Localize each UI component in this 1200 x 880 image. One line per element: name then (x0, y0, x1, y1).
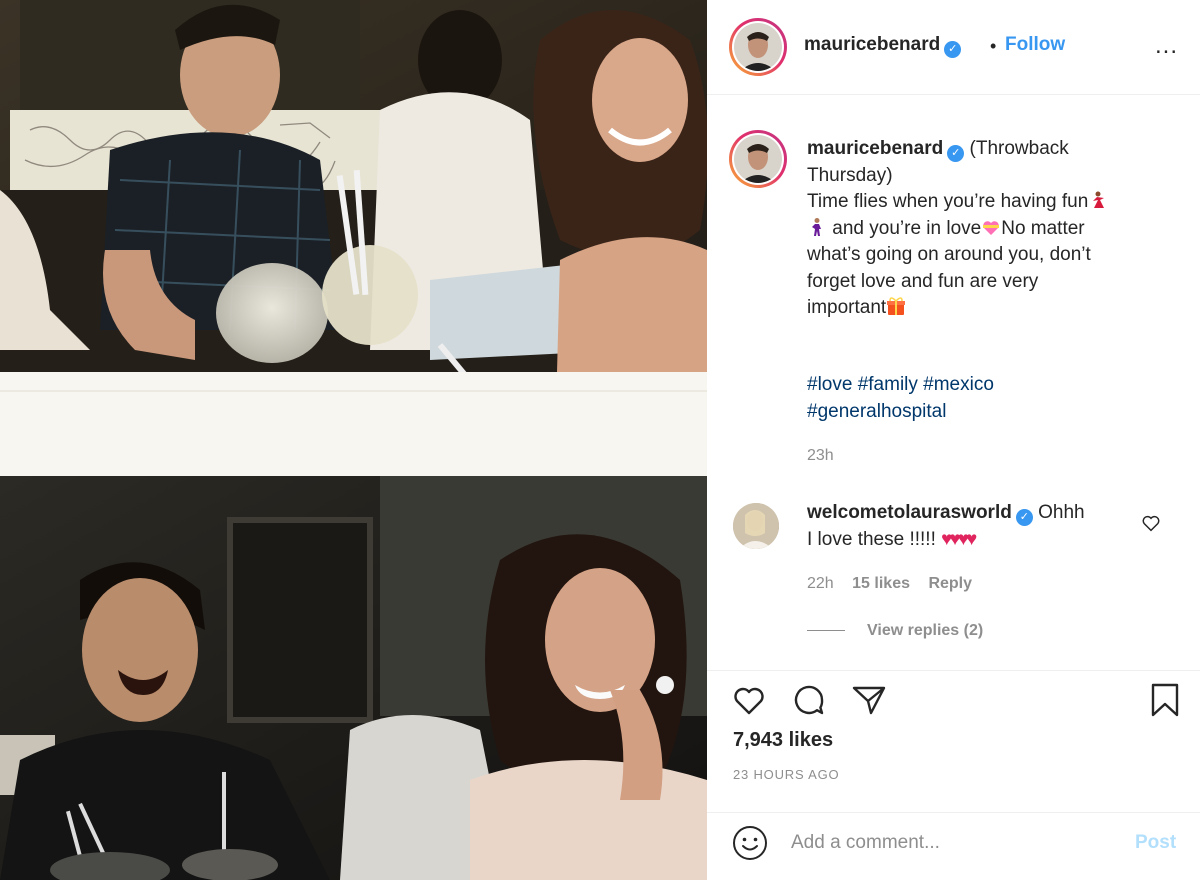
caption-line: Time flies when you’re having fun (807, 191, 1089, 212)
caption-timestamp[interactable]: 23h (807, 447, 834, 465)
hashtag-line[interactable]: #generalhospital (807, 399, 1137, 426)
paper-plane-icon[interactable] (849, 680, 889, 720)
dancer-emoji-icon (1093, 191, 1105, 208)
hashtag-line[interactable]: #love #family #mexico (807, 372, 1137, 399)
hearts-emoji-icon: ♥♥♥♥ (941, 528, 977, 550)
caption-line: Thursday) (807, 164, 893, 186)
author-avatar[interactable] (729, 18, 787, 76)
heart-icon[interactable] (729, 680, 769, 720)
view-replies-label: View replies (2) (867, 622, 984, 639)
comment-body: welcometolaurasworld ✓ Ohhh I love these … (807, 500, 1127, 553)
verified-badge-icon: ✓ (947, 145, 965, 162)
caption-username[interactable]: mauricebenard (807, 138, 943, 159)
heart-ribbon-emoji-icon (983, 220, 1000, 235)
caption-line: forget love and fun are very (807, 270, 1039, 292)
header-username-row: mauricebenard ✓ (804, 34, 962, 58)
caption-line: and you’re in love (832, 217, 982, 239)
reply-button[interactable]: Reply (928, 575, 972, 592)
actions-divider (707, 670, 1200, 671)
author-username[interactable]: mauricebenard (804, 34, 940, 55)
caption-line: No matter (1001, 217, 1085, 239)
separator-dot: • (990, 36, 997, 56)
verified-badge-icon: ✓ (944, 41, 962, 58)
comment-meta: 22h 15 likes Reply (807, 575, 986, 593)
smiley-icon[interactable] (731, 824, 769, 862)
author-avatar-image (734, 23, 782, 71)
caption-avatar-image (734, 135, 782, 183)
comment-bubble-icon[interactable] (789, 680, 829, 720)
add-comment-input[interactable] (791, 826, 1121, 860)
caption-text: mauricebenard ✓ (Throwback Thursday) Time… (807, 136, 1157, 322)
more-options-icon[interactable]: ... (1155, 32, 1178, 60)
header-divider (707, 94, 1200, 95)
bookmark-icon[interactable] (1145, 680, 1185, 720)
view-replies-button[interactable]: View replies (2) (807, 622, 983, 640)
commenter-avatar[interactable] (733, 503, 779, 549)
gift-emoji-icon (887, 297, 906, 315)
post-comment-button[interactable]: Post (1135, 832, 1176, 854)
post-sidebar: mauricebenard ✓ • Follow ... mauricebenar… (707, 0, 1200, 880)
caption-line: (Throwback (969, 138, 1069, 159)
caption-line: what’s going on around you, don’t (807, 244, 1091, 265)
action-bar (707, 676, 1200, 724)
likes-count[interactable]: 7,943 likes (733, 729, 833, 752)
follow-button[interactable]: Follow (1005, 34, 1065, 56)
caption-author-avatar[interactable] (729, 130, 787, 188)
post-age[interactable]: 23 HOURS AGO (733, 767, 839, 782)
post-photo[interactable] (0, 0, 707, 880)
comment-likes[interactable]: 15 likes (852, 575, 910, 592)
post-header: mauricebenard ✓ • Follow ... (707, 0, 1200, 94)
caption-hashtags: #love #family #mexico #generalhospital (807, 372, 1137, 425)
verified-badge-icon: ✓ (1015, 509, 1033, 526)
commenter-username[interactable]: welcometolaurasworld (807, 502, 1012, 523)
comment-like-heart-icon[interactable] (1140, 512, 1162, 534)
man-dancing-emoji-icon (812, 217, 821, 236)
comment-time[interactable]: 22h (807, 575, 834, 592)
add-comment-bar: Post (707, 812, 1200, 880)
comment-text-first: Ohhh (1038, 502, 1085, 523)
photo-collage (0, 0, 707, 880)
replies-line (807, 630, 845, 632)
commenter-avatar-image (733, 503, 779, 549)
comment-text-second: I love these !!!!! (807, 528, 936, 550)
caption-line: important (807, 297, 887, 318)
